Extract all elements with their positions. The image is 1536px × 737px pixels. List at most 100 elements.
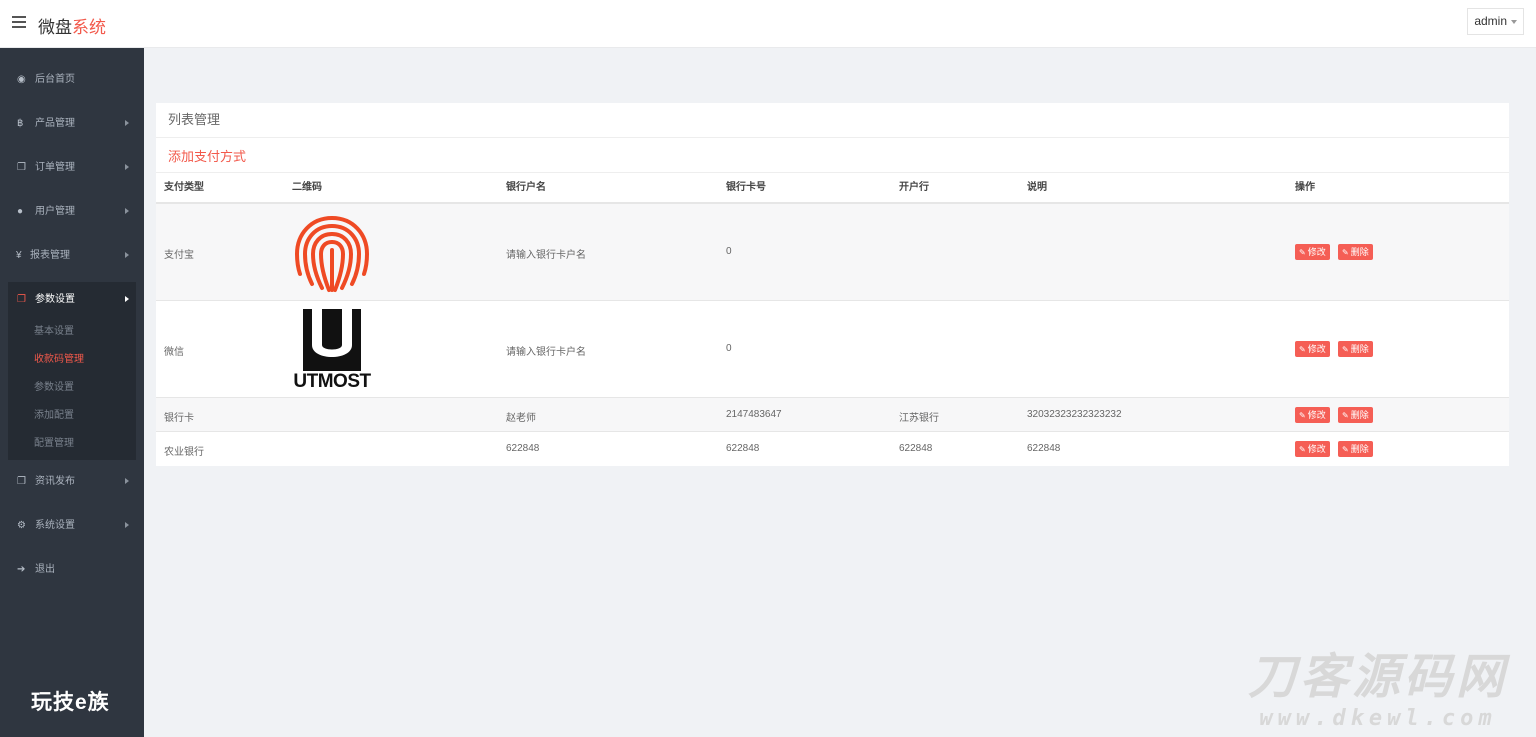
app-brand: 微盘系统: [38, 13, 106, 38]
fingerprint-qr-image[interactable]: [291, 212, 373, 294]
sidebar-item-system[interactable]: ⚙ 系统设置: [0, 504, 144, 548]
cell-type: 支付宝: [164, 250, 194, 261]
pencil-icon: ✎: [1342, 345, 1349, 354]
copy-icon: ❐: [17, 476, 26, 487]
sidebar-item-label: 用户管理: [35, 206, 75, 217]
sidebar-item-logout[interactable]: ➔ 退出: [0, 548, 144, 592]
user-icon: ●: [17, 206, 24, 217]
watermark-left: 玩技e族: [31, 691, 110, 714]
delete-label: 删除: [1350, 444, 1369, 454]
add-payment-link[interactable]: 添加支付方式: [168, 146, 246, 165]
sidebar-item-news[interactable]: ❐ 资讯发布: [0, 460, 144, 504]
brand-main: 微盘: [38, 18, 72, 37]
pencil-icon: ✎: [1299, 248, 1306, 257]
edit-button[interactable]: ✎ 修改: [1295, 407, 1330, 423]
cogs-icon: ⚙: [17, 520, 26, 531]
submenu-payment-codes[interactable]: 收款码管理: [34, 353, 84, 367]
cell-card-no: 0: [726, 343, 732, 354]
pencil-icon: ✎: [1342, 445, 1349, 454]
submenu-config-manage[interactable]: 配置管理: [34, 437, 74, 451]
sign-out-icon: ➔: [17, 564, 26, 575]
pencil-icon: ✎: [1299, 411, 1306, 420]
delete-button[interactable]: ✎ 删除: [1338, 407, 1373, 423]
cell-card-no: 622848: [726, 443, 760, 454]
copy-icon: ❐: [17, 294, 26, 305]
edit-label: 修改: [1307, 444, 1326, 454]
table-row: 微信 UTMOST 请输入银行卡户名 0 ✎ 修改 ✎ 删除: [156, 301, 1509, 398]
cell-type: 农业银行: [164, 447, 204, 458]
cell-note: 622848: [1027, 443, 1061, 454]
pencil-icon: ✎: [1342, 248, 1349, 257]
delete-button[interactable]: ✎ 删除: [1338, 441, 1373, 457]
delete-label: 删除: [1350, 344, 1369, 354]
dashboard-icon: ◉: [17, 74, 26, 85]
submenu-param-settings[interactable]: 参数设置: [34, 381, 74, 395]
submenu-add-config[interactable]: 添加配置: [34, 409, 74, 423]
column-header: 支付类型: [164, 182, 204, 193]
caret-right-icon: [125, 522, 129, 528]
cell-card-no: 2147483647: [726, 409, 782, 420]
sidebar-item-products[interactable]: ฿ 产品管理: [0, 102, 144, 146]
utmost-logo-text: UTMOST: [293, 371, 371, 392]
table-header: 支付类型 二维码 银行户名 银行卡号 开户行 说明 操作: [156, 173, 1509, 204]
pencil-icon: ✎: [1342, 411, 1349, 420]
sidebar-item-label: 退出: [35, 564, 55, 575]
sidebar-item-label: 系统设置: [35, 520, 75, 531]
pencil-icon: ✎: [1299, 345, 1306, 354]
user-dropdown[interactable]: admin: [1467, 8, 1524, 35]
cell-bank: 622848: [899, 443, 933, 454]
caret-right-icon: [125, 252, 129, 258]
sidebar-item-label: 报表管理: [30, 250, 70, 261]
caret-right-icon: [125, 478, 129, 484]
watermark-right: 刀客源码网 www.dkewl.com: [1233, 650, 1523, 736]
column-header: 操作: [1295, 182, 1315, 193]
caret-right-icon: [125, 164, 129, 170]
pencil-icon: ✎: [1299, 445, 1306, 454]
utmost-qr-image[interactable]: UTMOST: [290, 307, 374, 393]
delete-label: 删除: [1350, 247, 1369, 257]
sidebar: ◉ 后台首页 ฿ 产品管理 ❐ 订单管理 ● 用户管理 ¥ 报表管理 ❐ 参数设…: [0, 48, 144, 737]
edit-button[interactable]: ✎ 修改: [1295, 341, 1330, 357]
hamburger-menu-icon[interactable]: [12, 16, 26, 30]
edit-label: 修改: [1307, 247, 1326, 257]
sidebar-item-label: 资讯发布: [35, 476, 75, 487]
cell-bank: 江苏银行: [899, 413, 939, 424]
column-header: 二维码: [292, 182, 322, 193]
sidebar-item-dashboard[interactable]: ◉ 后台首页: [0, 58, 144, 102]
brand-accent: 系统: [72, 18, 106, 37]
sidebar-item-params[interactable]: ❐ 参数设置: [0, 278, 144, 322]
edit-button[interactable]: ✎ 修改: [1295, 441, 1330, 457]
sidebar-item-reports[interactable]: ¥ 报表管理: [0, 234, 144, 278]
caret-right-icon: [125, 296, 129, 302]
table-row: 银行卡 赵老师 2147483647 江苏银行 3203232323232323…: [156, 398, 1509, 432]
column-header: 开户行: [899, 182, 929, 193]
cell-type: 微信: [164, 347, 184, 358]
cell-account-name: 请输入银行卡户名: [506, 347, 586, 358]
sidebar-item-label: 产品管理: [35, 118, 75, 129]
panel-title: 列表管理: [156, 103, 1509, 138]
edit-button[interactable]: ✎ 修改: [1295, 244, 1330, 260]
sidebar-item-label: 订单管理: [35, 162, 75, 173]
delete-button[interactable]: ✎ 删除: [1338, 244, 1373, 260]
cell-account-name: 622848: [506, 443, 540, 454]
bitcoin-icon: ฿: [17, 118, 24, 129]
submenu-basic-settings[interactable]: 基本设置: [34, 325, 74, 339]
top-header: 微盘系统 admin: [0, 0, 1536, 48]
cell-account-name: 请输入银行卡户名: [506, 250, 586, 261]
sidebar-item-orders[interactable]: ❐ 订单管理: [0, 146, 144, 190]
edit-label: 修改: [1307, 344, 1326, 354]
copy-icon: ❐: [17, 162, 26, 173]
delete-button[interactable]: ✎ 删除: [1338, 341, 1373, 357]
caret-right-icon: [125, 120, 129, 126]
cell-type: 银行卡: [164, 413, 194, 424]
sidebar-item-label: 后台首页: [35, 74, 75, 85]
table-row: 支付宝 请输入银行卡户名 0 ✎ 修改 ✎ 删除: [156, 204, 1509, 301]
sidebar-item-users[interactable]: ● 用户管理: [0, 190, 144, 234]
caret-right-icon: [125, 208, 129, 214]
column-header: 银行户名: [506, 182, 546, 193]
user-name: admin: [1474, 14, 1507, 28]
utmost-logo-mark: [303, 309, 361, 371]
delete-label: 删除: [1350, 410, 1369, 420]
cell-account-name: 赵老师: [506, 413, 536, 424]
cell-card-no: 0: [726, 246, 732, 257]
